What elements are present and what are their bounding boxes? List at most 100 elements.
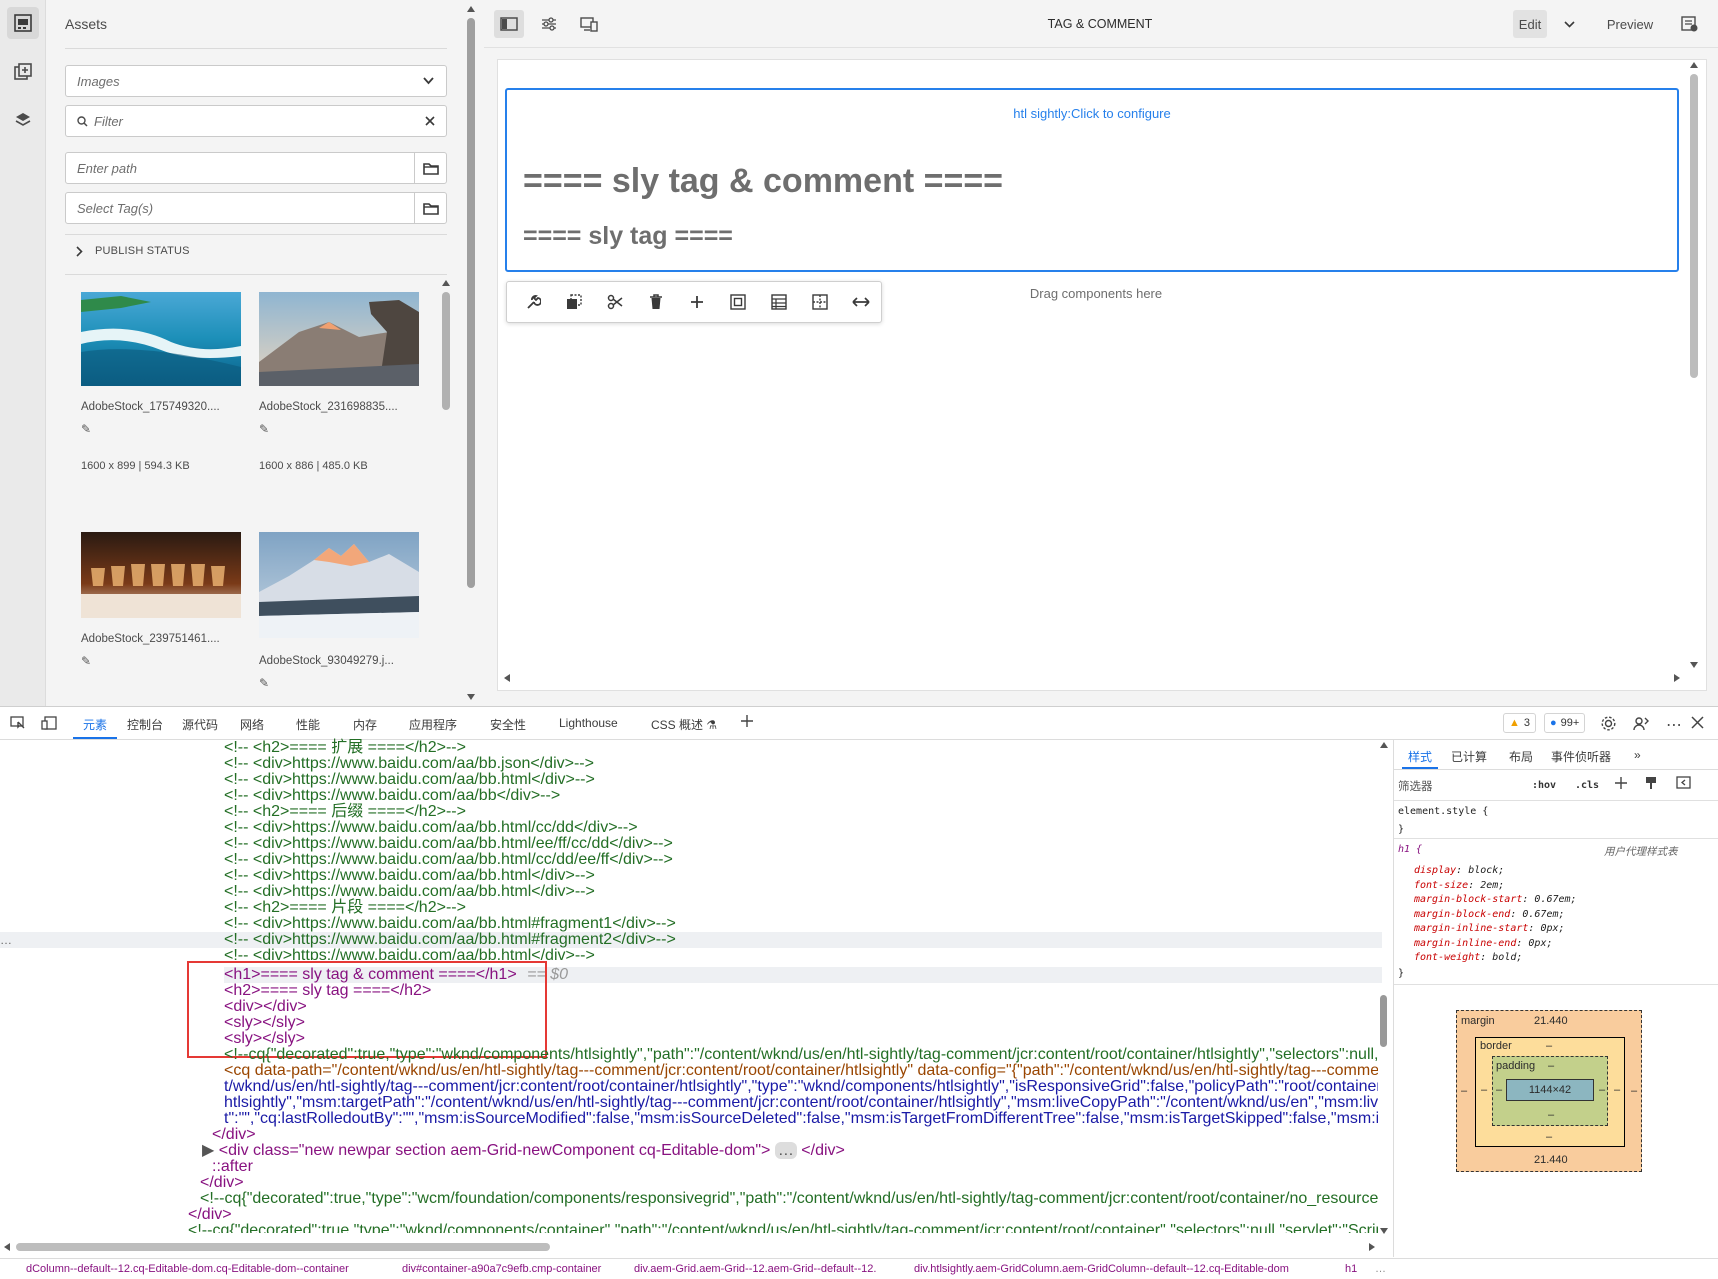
new-style-rule-icon[interactable] [1614, 776, 1628, 790]
border-top-value[interactable]: – [1546, 1040, 1552, 1052]
hov-toggle[interactable]: :hov [1532, 780, 1556, 791]
dom-comment-line[interactable]: <!-- <div>https://www.baidu.com/aa/bb.ht… [224, 884, 595, 900]
toggle-sidebar-icon[interactable] [1676, 776, 1691, 789]
tab-memory[interactable]: 内存 [353, 716, 377, 733]
assets-rail-button[interactable] [7, 7, 39, 39]
tab-layout[interactable]: 布局 [1509, 748, 1533, 765]
htl-sightly-component[interactable]: htl sightly:Click to configure ==== sly … [505, 88, 1679, 272]
inspect-element-icon[interactable] [10, 716, 26, 730]
breadcrumb-item[interactable]: div#container-a90a7c9efb.cmp-container [402, 1263, 601, 1275]
tab-network[interactable]: 网络 [240, 716, 264, 733]
tab-performance[interactable]: 性能 [296, 716, 320, 733]
tags-input[interactable]: Select Tag(s) [65, 192, 447, 224]
publish-status-toggle[interactable]: PUBLISH STATUS [76, 245, 190, 257]
tab-elements[interactable]: 元素 [83, 716, 107, 733]
tab-security[interactable]: 安全性 [490, 716, 526, 733]
dom-comment-line[interactable]: <!-- <div>https://www.baidu.com/aa/bb.ht… [224, 820, 638, 836]
dom-comment-line[interactable]: <!-- <h2>==== 后缀 ====</h2>--> [224, 804, 466, 820]
dom-node-newpar[interactable]: ▶ <div class="new newpar section aem-Gri… [202, 1142, 845, 1159]
tab-application[interactable]: 应用程序 [409, 716, 457, 733]
tab-console[interactable]: 控制台 [127, 716, 163, 733]
margin-top-value[interactable]: 21.440 [1534, 1015, 1568, 1027]
edit-pencil-icon[interactable]: ✎ [81, 654, 243, 668]
preview-button[interactable]: Preview [1600, 10, 1660, 38]
dom-comment-line[interactable]: <!-- <div>https://www.baidu.com/aa/bb.ht… [224, 916, 676, 932]
collapsed-ellipsis[interactable]: … [774, 1142, 797, 1159]
content-tree-rail-button[interactable] [7, 104, 39, 136]
dom-close-div[interactable]: </div> [200, 1175, 244, 1191]
dom-cq-comment[interactable]: <!--cq{"decorated":true,"type":"wknd/com… [224, 1047, 1378, 1063]
breadcrumb-more-icon[interactable]: … [1375, 1263, 1386, 1275]
margin-left-value[interactable]: – [1461, 1085, 1467, 1097]
messages-badge[interactable]: ● 99+ [1544, 713, 1586, 733]
edit-pencil-icon[interactable]: ✎ [259, 422, 421, 436]
asset-list-scrollbar[interactable] [441, 280, 451, 698]
breadcrumb-item[interactable]: h1 [1345, 1263, 1357, 1275]
remote-devices-icon[interactable] [1633, 715, 1650, 732]
canvas-vertical-scrollbar[interactable] [1689, 60, 1699, 690]
dom-close-div[interactable]: </div> [212, 1127, 256, 1143]
dom-comment-line[interactable]: <!-- <h2>==== 片段 ====</h2>--> [224, 900, 466, 916]
more-tabs-chevron-icon[interactable]: » [1634, 748, 1641, 762]
tab-computed[interactable]: 已计算 [1451, 748, 1487, 765]
dom-cq-node[interactable]: <cq data-path="/content/wknd/us/en/htl-s… [224, 1063, 1378, 1079]
tab-sources[interactable]: 源代码 [182, 716, 218, 733]
padding-top-value[interactable]: – [1548, 1060, 1554, 1072]
tags-browse-button[interactable] [414, 193, 446, 223]
more-tabs-plus-icon[interactable] [740, 714, 754, 728]
dom-horizontal-scrollbar[interactable] [16, 1243, 550, 1251]
asset-card[interactable]: AdobeStock_93049279.j... ✎ [259, 532, 421, 690]
mode-dropdown[interactable] [1552, 10, 1586, 38]
css-property[interactable]: font-weight: bold; [1414, 951, 1577, 966]
border-bottom-value[interactable]: – [1546, 1131, 1552, 1143]
dom-comment-line[interactable]: <!-- <div>https://www.baidu.com/aa/bb.ht… [224, 836, 673, 852]
padding-left-value[interactable]: – [1496, 1084, 1502, 1096]
configure-placeholder[interactable]: htl sightly:Click to configure [507, 106, 1677, 121]
expand-arrow-icon[interactable]: ▶ [202, 1142, 214, 1159]
tab-styles[interactable]: 样式 [1408, 748, 1432, 765]
drag-components-placeholder[interactable]: Drag components here [498, 286, 1694, 301]
asset-card[interactable]: AdobeStock_239751461.... ✎ [81, 532, 243, 668]
css-property[interactable]: margin-block-end: 0.67em; [1414, 908, 1577, 923]
node-ellipsis-icon[interactable]: … [0, 934, 20, 946]
asset-card[interactable]: AdobeStock_175749320.... ✎ 1600 x 899 | … [81, 292, 243, 472]
filter-input[interactable]: Filter [65, 105, 447, 137]
edit-pencil-icon[interactable]: ✎ [81, 422, 243, 436]
paint-brush-icon[interactable] [1645, 776, 1657, 790]
dom-comment-line[interactable]: <!-- <div>https://www.baidu.com/aa/bb.ht… [224, 932, 676, 948]
dom-scroll-right[interactable] [1369, 1243, 1375, 1251]
dom-cq-comment[interactable]: <!--cq{"decorated":true,"type":"wcm/foun… [200, 1191, 1378, 1207]
page-info-button[interactable] [1674, 10, 1704, 38]
settings-gear-icon[interactable] [1600, 715, 1617, 732]
padding-right-value[interactable]: – [1599, 1084, 1605, 1096]
breadcrumb-item[interactable]: dColumn--default--12.cq-Editable-dom.cq-… [26, 1263, 349, 1275]
css-property[interactable]: margin-inline-start: 0px; [1414, 922, 1577, 937]
dom-scroll-left[interactable] [4, 1243, 10, 1251]
panel-scrollbar[interactable] [466, 6, 476, 706]
dom-comment-line[interactable]: <!-- <div>https://www.baidu.com/aa/bb.ht… [224, 868, 595, 884]
breadcrumb-item[interactable]: div.htlsightly.aem-GridColumn.aem-GridCo… [914, 1263, 1289, 1275]
edit-pencil-icon[interactable]: ✎ [259, 676, 421, 690]
dom-vertical-scrollbar[interactable] [1380, 995, 1387, 1047]
h1-selector[interactable]: h1 { [1398, 844, 1422, 855]
css-property[interactable]: margin-inline-end: 0px; [1414, 937, 1577, 952]
device-toolbar-icon[interactable] [41, 716, 57, 730]
more-options-icon[interactable]: ⋯ [1666, 715, 1682, 735]
dom-comment-line[interactable]: <!-- <div>https://www.baidu.com/aa/bb</d… [224, 788, 560, 804]
dom-comment-line[interactable]: <!-- <div>https://www.baidu.com/aa/bb.ht… [224, 852, 673, 868]
dom-scroll-down[interactable] [1380, 1228, 1388, 1234]
dom-comment-line[interactable]: <!-- <div>https://www.baidu.com/aa/bb.ht… [224, 948, 595, 960]
padding-bottom-value[interactable]: – [1548, 1109, 1554, 1121]
edit-mode-button[interactable]: Edit [1513, 10, 1547, 38]
css-property[interactable]: margin-block-start: 0.67em; [1414, 893, 1577, 908]
breadcrumb-item[interactable]: div.aem-Grid.aem-Grid--12.aem-Grid--defa… [634, 1263, 876, 1275]
element-style-rule[interactable]: element.style { [1398, 806, 1488, 817]
warnings-badge[interactable]: ▲ 3 [1503, 713, 1537, 733]
tab-css-overview[interactable]: CSS 概述 ⚗ [651, 716, 717, 733]
dom-comment-line[interactable]: <!-- <div>https://www.baidu.com/aa/bb.js… [224, 756, 594, 772]
scroll-left-arrow[interactable] [504, 674, 510, 682]
asset-type-select[interactable]: Images [65, 65, 447, 97]
dom-scroll-up[interactable] [1380, 742, 1388, 748]
css-property[interactable]: display: block; [1414, 864, 1577, 879]
styles-filter-input[interactable]: 筛选器 [1398, 774, 1518, 796]
